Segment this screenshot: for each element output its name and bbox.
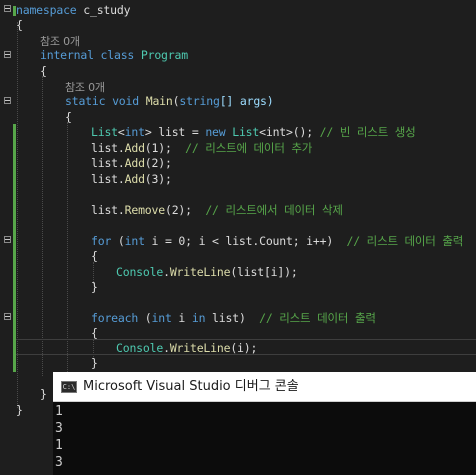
code-line-for: for (int i = 0; i < list.Count; i++) // … [91,234,464,248]
collapse-for-icon[interactable] [4,236,11,243]
code-line-brace: { [91,249,98,263]
collapse-foreach-icon[interactable] [4,313,11,320]
console-output-line: 1 [55,404,63,419]
code-line-remove: list.Remove(2); // 리스트에서 데이터 삭제 [91,203,343,217]
code-line-brace: } [91,356,98,370]
console-output-line: 3 [55,455,63,470]
console-output-line: 3 [55,421,63,436]
code-line-brace: { [16,18,23,32]
indent-guide [67,122,68,372]
code-line-brace: { [91,326,98,340]
console-title: Microsoft Visual Studio 디버그 콘솔 [83,379,299,394]
code-line-brace: } [91,280,98,294]
code-line-writeline-idx: Console.WriteLine(list[i]); [116,265,298,279]
code-line-brace: } [40,387,47,401]
console-app-icon: C:\ [61,381,77,393]
code-line-foreach: foreach (int i in list) // 리스트 데이터 출력 [91,311,376,325]
indent-guide [42,76,43,376]
code-line-main: static void Main(string[] args) [65,94,274,108]
collapse-namespace-icon[interactable] [4,5,11,12]
collapse-class-icon[interactable] [4,51,11,58]
collapse-method-icon[interactable] [4,97,11,104]
changed-lines-indicator [13,124,16,372]
code-line-brace: { [40,64,47,78]
console-titlebar[interactable]: C:\ Microsoft Visual Studio 디버그 콘솔 [53,372,476,402]
code-line-brace: } [16,403,23,417]
code-line-brace: { [65,110,72,124]
code-line-add-2: list.Add(2); [91,156,172,170]
debug-console-window[interactable]: C:\ Microsoft Visual Studio 디버그 콘솔 1 3 1… [53,372,476,475]
code-line-writeline-i: Console.WriteLine(i); [116,341,258,355]
code-line-class: internal class Program [40,48,188,62]
code-line-add-3: list.Add(3); [91,172,172,186]
console-output-line: 1 [55,438,63,453]
code-line-list-decl: List<int> list = new List<int>(); // 빈 리… [91,125,416,139]
code-line-add-1: list.Add(1); // 리스트에 데이터 추가 [91,141,313,155]
code-line-namespace: namespace c_study [16,3,131,17]
